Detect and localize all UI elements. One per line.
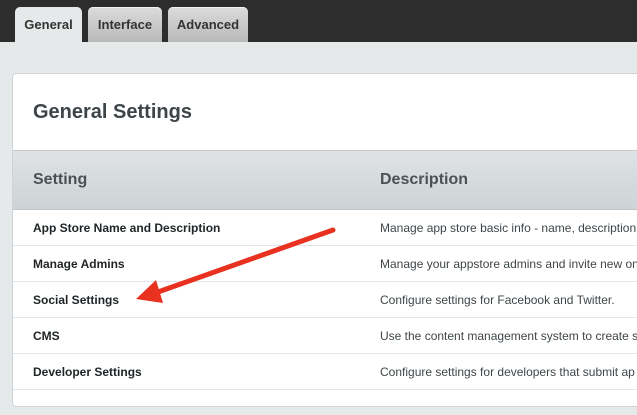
tab-general[interactable]: General [15, 7, 82, 42]
table-row-app-store-name[interactable]: App Store Name and Description Manage ap… [13, 210, 637, 246]
page-title: General Settings [33, 101, 192, 123]
table-row-developer-settings[interactable]: Developer Settings Configure settings fo… [13, 354, 637, 390]
setting-link[interactable]: Manage Admins [33, 257, 125, 271]
tab-interface[interactable]: Interface [88, 7, 162, 42]
tab-advanced[interactable]: Advanced [168, 7, 248, 42]
setting-link[interactable]: Social Settings [33, 293, 119, 307]
setting-description: Configure settings for developers that s… [380, 365, 635, 379]
setting-link[interactable]: App Store Name and Description [33, 221, 220, 235]
setting-description: Manage your appstore admins and invite n… [380, 257, 637, 271]
table-row-manage-admins[interactable]: Manage Admins Manage your appstore admin… [13, 246, 637, 282]
setting-description: Configure settings for Facebook and Twit… [380, 293, 615, 307]
table-header: Setting Description [13, 150, 637, 210]
setting-description: Manage app store basic info - name, desc… [380, 221, 637, 235]
top-tab-bar: General Interface Advanced [0, 0, 637, 42]
column-header-setting: Setting [33, 171, 88, 188]
setting-description: Use the content management system to cre… [380, 329, 637, 343]
setting-link[interactable]: CMS [33, 329, 60, 343]
setting-link[interactable]: Developer Settings [33, 365, 142, 379]
column-header-description: Description [380, 171, 469, 188]
table-row-cms[interactable]: CMS Use the content management system to… [13, 318, 637, 354]
settings-panel: General Settings Setting Description App… [12, 73, 637, 407]
table-row-social-settings[interactable]: Social Settings Configure settings for F… [13, 282, 637, 318]
